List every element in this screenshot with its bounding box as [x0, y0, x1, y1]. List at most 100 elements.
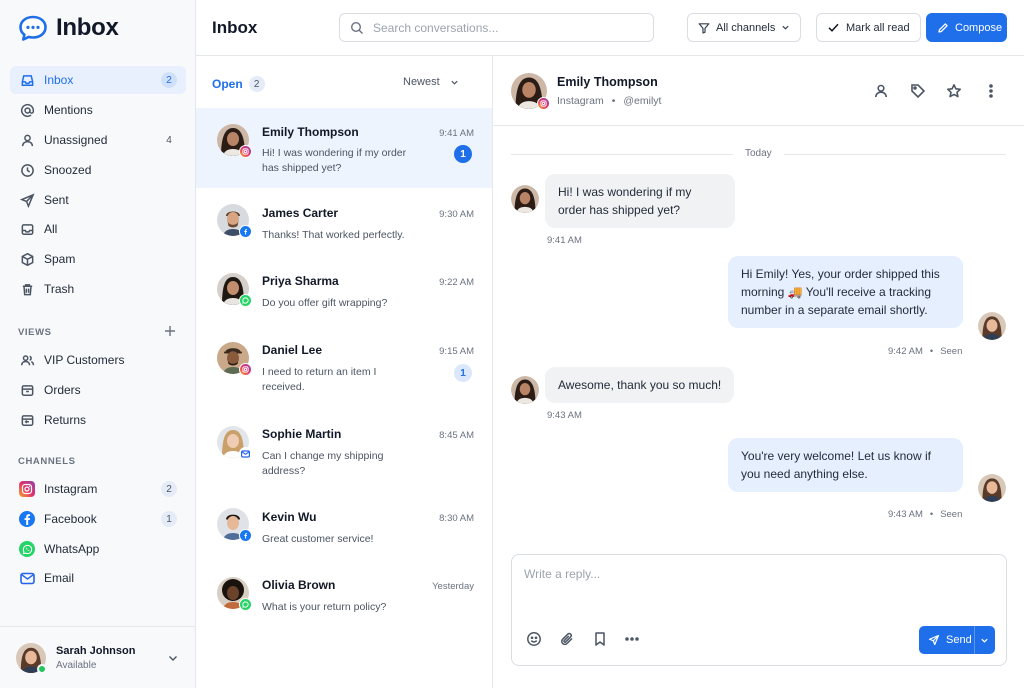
view-returns[interactable]: Returns: [10, 406, 186, 434]
channel-email[interactable]: Email: [10, 564, 186, 592]
contact-name: Olivia Brown: [262, 578, 336, 592]
search-input[interactable]: [373, 20, 633, 35]
star-icon: [947, 84, 961, 98]
sidebar-item-all[interactable]: All: [10, 215, 186, 243]
sidebar-item-mentions[interactable]: Mentions: [10, 96, 186, 124]
avatar: [978, 312, 1006, 340]
sidebar: Inbox Inbox 2 Mentions Unassigned 4 Snoo…: [0, 0, 196, 688]
message-meta: 9:43 AM • Seen: [888, 509, 962, 520]
channel-instagram[interactable]: Instagram 2: [10, 475, 186, 503]
reply-input[interactable]: [524, 567, 994, 617]
sidebar-item-snoozed[interactable]: Snoozed: [10, 156, 186, 184]
conversation-item[interactable]: James Carter 9:30 AM Thanks! That worked…: [196, 188, 492, 256]
smiley-icon: [527, 632, 541, 646]
message-preview: Can I change my shipping address?: [262, 450, 384, 477]
channel-whatsapp[interactable]: WhatsApp: [10, 535, 186, 563]
message-preview: What is your return policy?: [262, 601, 387, 613]
avatar: [217, 124, 252, 158]
facebook-icon: [239, 529, 252, 542]
search-box[interactable]: [339, 13, 654, 42]
email-icon: [239, 447, 252, 460]
sidebar-item-trash[interactable]: Trash: [10, 275, 186, 303]
send-options-button[interactable]: [974, 626, 994, 654]
users-icon: [19, 352, 35, 368]
view-vip-customers[interactable]: VIP Customers: [10, 346, 186, 374]
user-icon: [19, 132, 35, 148]
instagram-icon: [239, 145, 252, 158]
current-user[interactable]: Sarah Johnson Available: [0, 626, 195, 688]
star-button[interactable]: [945, 82, 963, 100]
unread-badge: 1: [454, 145, 472, 163]
message-preview: Thanks! That worked perfectly.: [262, 229, 405, 241]
more-tools-button[interactable]: [623, 630, 641, 648]
compose-button[interactable]: Compose: [926, 13, 1007, 42]
view-label: VIP Customers: [44, 353, 125, 367]
paperclip-icon: [561, 632, 573, 646]
saved-replies-button[interactable]: [591, 630, 609, 648]
message-time: 9:42 AM: [888, 346, 923, 357]
avatar: [217, 342, 252, 376]
return-box-icon: [19, 412, 35, 428]
sidebar-item-sent[interactable]: Sent: [10, 186, 186, 214]
email-icon: [19, 570, 35, 586]
contact-name: Daniel Lee: [262, 343, 323, 357]
conversation-item[interactable]: Emily Thompson 9:41 AM Hi! I was wonderi…: [196, 108, 492, 188]
avatar: [217, 577, 252, 611]
search-icon: [350, 21, 364, 35]
sort-dropdown[interactable]: Newest: [403, 76, 459, 88]
contact-name: Kevin Wu: [262, 510, 317, 524]
plus-icon: [165, 326, 175, 336]
sort-label: Newest: [403, 76, 440, 88]
contact-name: James Carter: [262, 206, 339, 220]
conversation-item[interactable]: Kevin Wu 8:30 AM Great customer service!: [196, 492, 492, 560]
views-heading: VIEWS: [18, 327, 52, 338]
add-view-button[interactable]: [162, 323, 178, 339]
whatsapp-icon: [19, 541, 35, 557]
contact-name: Sophie Martin: [262, 427, 342, 441]
send-label: Send: [946, 634, 972, 646]
channel-label: Instagram: [44, 482, 98, 496]
conversation-item[interactable]: Olivia Brown Yesterday What is your retu…: [196, 560, 492, 630]
seen-status: Seen: [940, 346, 963, 357]
box-icon: [19, 382, 35, 398]
message-time: 8:45 AM: [439, 430, 474, 441]
send-button[interactable]: Send: [919, 626, 974, 654]
count-badge: 2: [161, 481, 177, 497]
channel-facebook[interactable]: Facebook 1: [10, 505, 186, 533]
message-preview: Great customer service!: [262, 533, 374, 545]
sidebar-item-inbox[interactable]: Inbox 2: [10, 66, 186, 94]
brand-title: Inbox: [56, 14, 119, 41]
avatar: [511, 73, 550, 110]
inbox-icon: [19, 72, 35, 88]
mark-all-read-button[interactable]: Mark all read: [816, 13, 921, 42]
more-options-button[interactable]: [982, 82, 1000, 100]
online-status-dot: [37, 663, 47, 674]
filter-label: All channels: [716, 21, 776, 34]
avatar: [511, 185, 539, 213]
message-bubble-incoming: Awesome, thank you so much!: [545, 367, 735, 403]
conversation-list: Open 2 Newest Emily Thompson 9:41 AM Hi!…: [196, 56, 493, 688]
attach-button[interactable]: [558, 630, 576, 648]
message-time: 9:30 AM: [439, 209, 474, 220]
conversation-item[interactable]: Sophie Martin 8:45 AM Can I change my sh…: [196, 408, 492, 492]
conversation-item[interactable]: Priya Sharma 9:22 AM Do you offer gift w…: [196, 256, 492, 324]
sidebar-item-label: Spam: [44, 252, 76, 266]
emoji-button[interactable]: [525, 630, 543, 648]
contact-profile-button[interactable]: [872, 82, 890, 100]
send-icon: [928, 634, 940, 646]
topbar: Inbox All channels Mark all read Compose: [196, 0, 1024, 56]
channels-heading: CHANNELS: [18, 456, 76, 467]
chevron-down-icon[interactable]: [167, 652, 179, 664]
sidebar-item-spam[interactable]: Spam: [10, 245, 186, 273]
tag-button[interactable]: [909, 82, 927, 100]
sidebar-item-unassigned[interactable]: Unassigned 4: [10, 126, 186, 154]
tab-open[interactable]: Open 2: [212, 76, 265, 92]
conversation-item[interactable]: Daniel Lee 9:15 AM I need to return an i…: [196, 324, 492, 408]
contact-name: Emily Thompson: [557, 75, 658, 89]
contact-handle: @emilyt: [623, 95, 662, 107]
channel-filter-dropdown[interactable]: All channels: [687, 13, 802, 42]
sidebar-item-label: Snoozed: [44, 163, 92, 177]
view-orders[interactable]: Orders: [10, 376, 186, 404]
facebook-icon: [19, 511, 35, 527]
kebab-menu-icon: [989, 84, 993, 98]
